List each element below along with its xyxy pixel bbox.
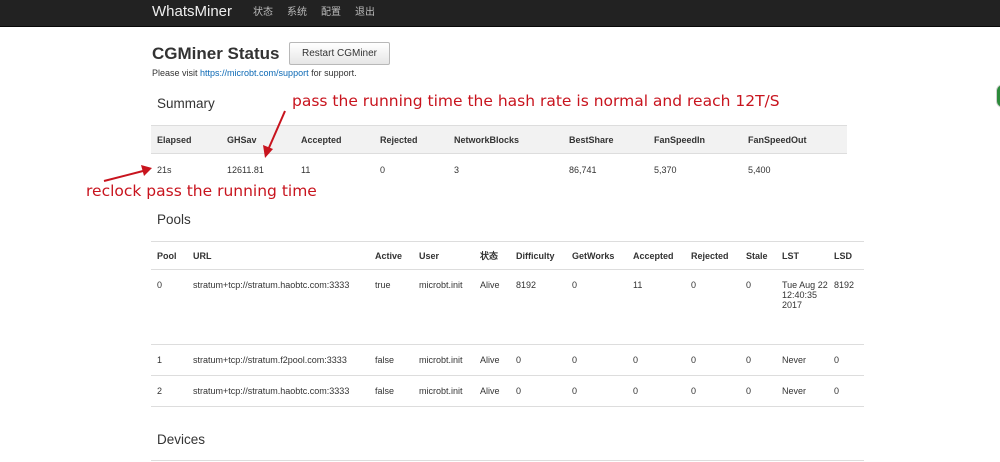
cell-accepted: 11: [627, 269, 685, 345]
annotation-hash-rate: pass the running time the hash rate is n…: [292, 92, 780, 110]
pools-heading: Pools: [157, 212, 191, 227]
summary-heading: Summary: [157, 96, 215, 111]
cell-status: Alive: [474, 344, 510, 376]
table-row: 0 stratum+tcp://stratum.haobtc.com:3333 …: [151, 269, 864, 345]
arrow-to-elapsed: [103, 165, 152, 182]
cell-stale: 0: [740, 375, 776, 407]
cell-lst: Never: [776, 375, 828, 407]
cell-lsd: 0: [828, 344, 864, 376]
nav-link-status[interactable]: 状态: [253, 0, 273, 26]
summary-row: 21s 12611.81 11 0 3 86,741 5,370 5,400: [151, 154, 847, 183]
page-title: CGMiner Status: [152, 44, 280, 63]
cell-difficulty: 0: [510, 344, 566, 376]
cell-difficulty: 8192: [510, 269, 566, 345]
devices-heading: Devices: [157, 432, 206, 447]
cell-user: microbt.init: [413, 375, 474, 407]
col-pool: Pool: [151, 241, 187, 270]
cell-accepted: 11: [301, 165, 311, 175]
col-pool-accepted: Accepted: [627, 241, 685, 270]
pools-header-row: Pool URL Active User 状态 Difficulty GetWo…: [151, 241, 864, 270]
cell-active: false: [369, 375, 413, 407]
table-row: 2 stratum+tcp://stratum.haobtc.com:3333 …: [151, 375, 864, 407]
cell-url: stratum+tcp://stratum.f2pool.com:3333: [187, 344, 369, 376]
cell-active: true: [369, 269, 413, 345]
cell-pool: 0: [151, 269, 187, 345]
side-scroll-handle[interactable]: [996, 84, 1000, 108]
cell-fanspeedin: 5,370: [654, 165, 677, 175]
cell-rejected: 0: [685, 375, 740, 407]
col-difficulty: Difficulty: [510, 241, 566, 270]
devices-table-top-border: [151, 460, 864, 461]
pools-table: Pool URL Active User 状态 Difficulty GetWo…: [151, 241, 864, 407]
cell-pool: 2: [151, 375, 187, 407]
brand-logo[interactable]: WhatsMiner: [152, 2, 232, 22]
cell-lsd: 8192: [828, 269, 864, 345]
support-link[interactable]: https://microbt.com/support: [200, 68, 309, 78]
cell-lst: Never: [776, 344, 828, 376]
col-networkblocks: NetworkBlocks: [448, 125, 563, 154]
summary-table: Elapsed GHSav Accepted Rejected NetworkB…: [151, 125, 847, 182]
cell-accepted: 0: [627, 344, 685, 376]
col-bestshare: BestShare: [563, 125, 648, 154]
cell-pool: 1: [151, 344, 187, 376]
col-active: Active: [369, 241, 413, 270]
annotation-reclock: reclock pass the running time: [86, 182, 317, 200]
support-text: Please visit https://microbt.com/support…: [152, 68, 357, 78]
support-suffix: for support.: [308, 68, 357, 78]
cell-url: stratum+tcp://stratum.haobtc.com:3333: [187, 375, 369, 407]
col-rejected: Rejected: [374, 125, 448, 154]
cell-networkblocks: 3: [454, 165, 460, 175]
nav-link-system[interactable]: 系统: [287, 0, 307, 26]
col-pool-rejected: Rejected: [685, 241, 740, 270]
cell-getworks: 0: [566, 269, 627, 345]
col-lsd: LSD: [828, 241, 864, 270]
top-navbar: WhatsMiner 状态 系统 配置 退出: [0, 0, 1000, 27]
col-status: 状态: [474, 241, 510, 270]
cell-bestshare: 86,741: [569, 165, 597, 175]
cell-stale: 0: [740, 269, 776, 345]
nav-links: 状态 系统 配置 退出: [253, 0, 389, 26]
cell-ghsav: 12611.81: [227, 165, 264, 175]
support-prefix: Please visit: [152, 68, 201, 78]
col-user: User: [413, 241, 474, 270]
restart-cgminer-button[interactable]: Restart CGMiner: [289, 42, 390, 65]
col-getworks: GetWorks: [566, 241, 627, 270]
cell-getworks: 0: [566, 344, 627, 376]
cell-accepted: 0: [627, 375, 685, 407]
cell-user: microbt.init: [413, 269, 474, 345]
cell-url: stratum+tcp://stratum.haobtc.com:3333: [187, 269, 369, 345]
cell-fanspeedout: 5,400: [748, 165, 771, 175]
col-lst: LST: [776, 241, 828, 270]
col-fanspeedin: FanSpeedIn: [648, 125, 742, 154]
cell-status: Alive: [474, 375, 510, 407]
col-accepted: Accepted: [295, 125, 374, 154]
cell-stale: 0: [740, 344, 776, 376]
col-stale: Stale: [740, 241, 776, 270]
cell-active: false: [369, 344, 413, 376]
col-elapsed: Elapsed: [151, 125, 221, 154]
summary-header-row: Elapsed GHSav Accepted Rejected NetworkB…: [151, 125, 847, 154]
col-fanspeedout: FanSpeedOut: [742, 125, 847, 154]
nav-link-logout[interactable]: 退出: [355, 0, 375, 26]
table-row: 1 stratum+tcp://stratum.f2pool.com:3333 …: [151, 344, 864, 376]
col-ghsav: GHSav: [221, 125, 295, 154]
cell-user: microbt.init: [413, 344, 474, 376]
cell-lst: Tue Aug 22 12:40:35 2017: [776, 269, 828, 345]
cell-elapsed: 21s: [157, 165, 172, 175]
cell-rejected: 0: [685, 269, 740, 345]
cell-getworks: 0: [566, 375, 627, 407]
col-url: URL: [187, 241, 369, 270]
cell-rejected: 0: [380, 165, 386, 175]
cell-status: Alive: [474, 269, 510, 345]
cell-rejected: 0: [685, 344, 740, 376]
cell-lsd: 0: [828, 375, 864, 407]
cell-difficulty: 0: [510, 375, 566, 407]
nav-link-config[interactable]: 配置: [321, 0, 341, 26]
